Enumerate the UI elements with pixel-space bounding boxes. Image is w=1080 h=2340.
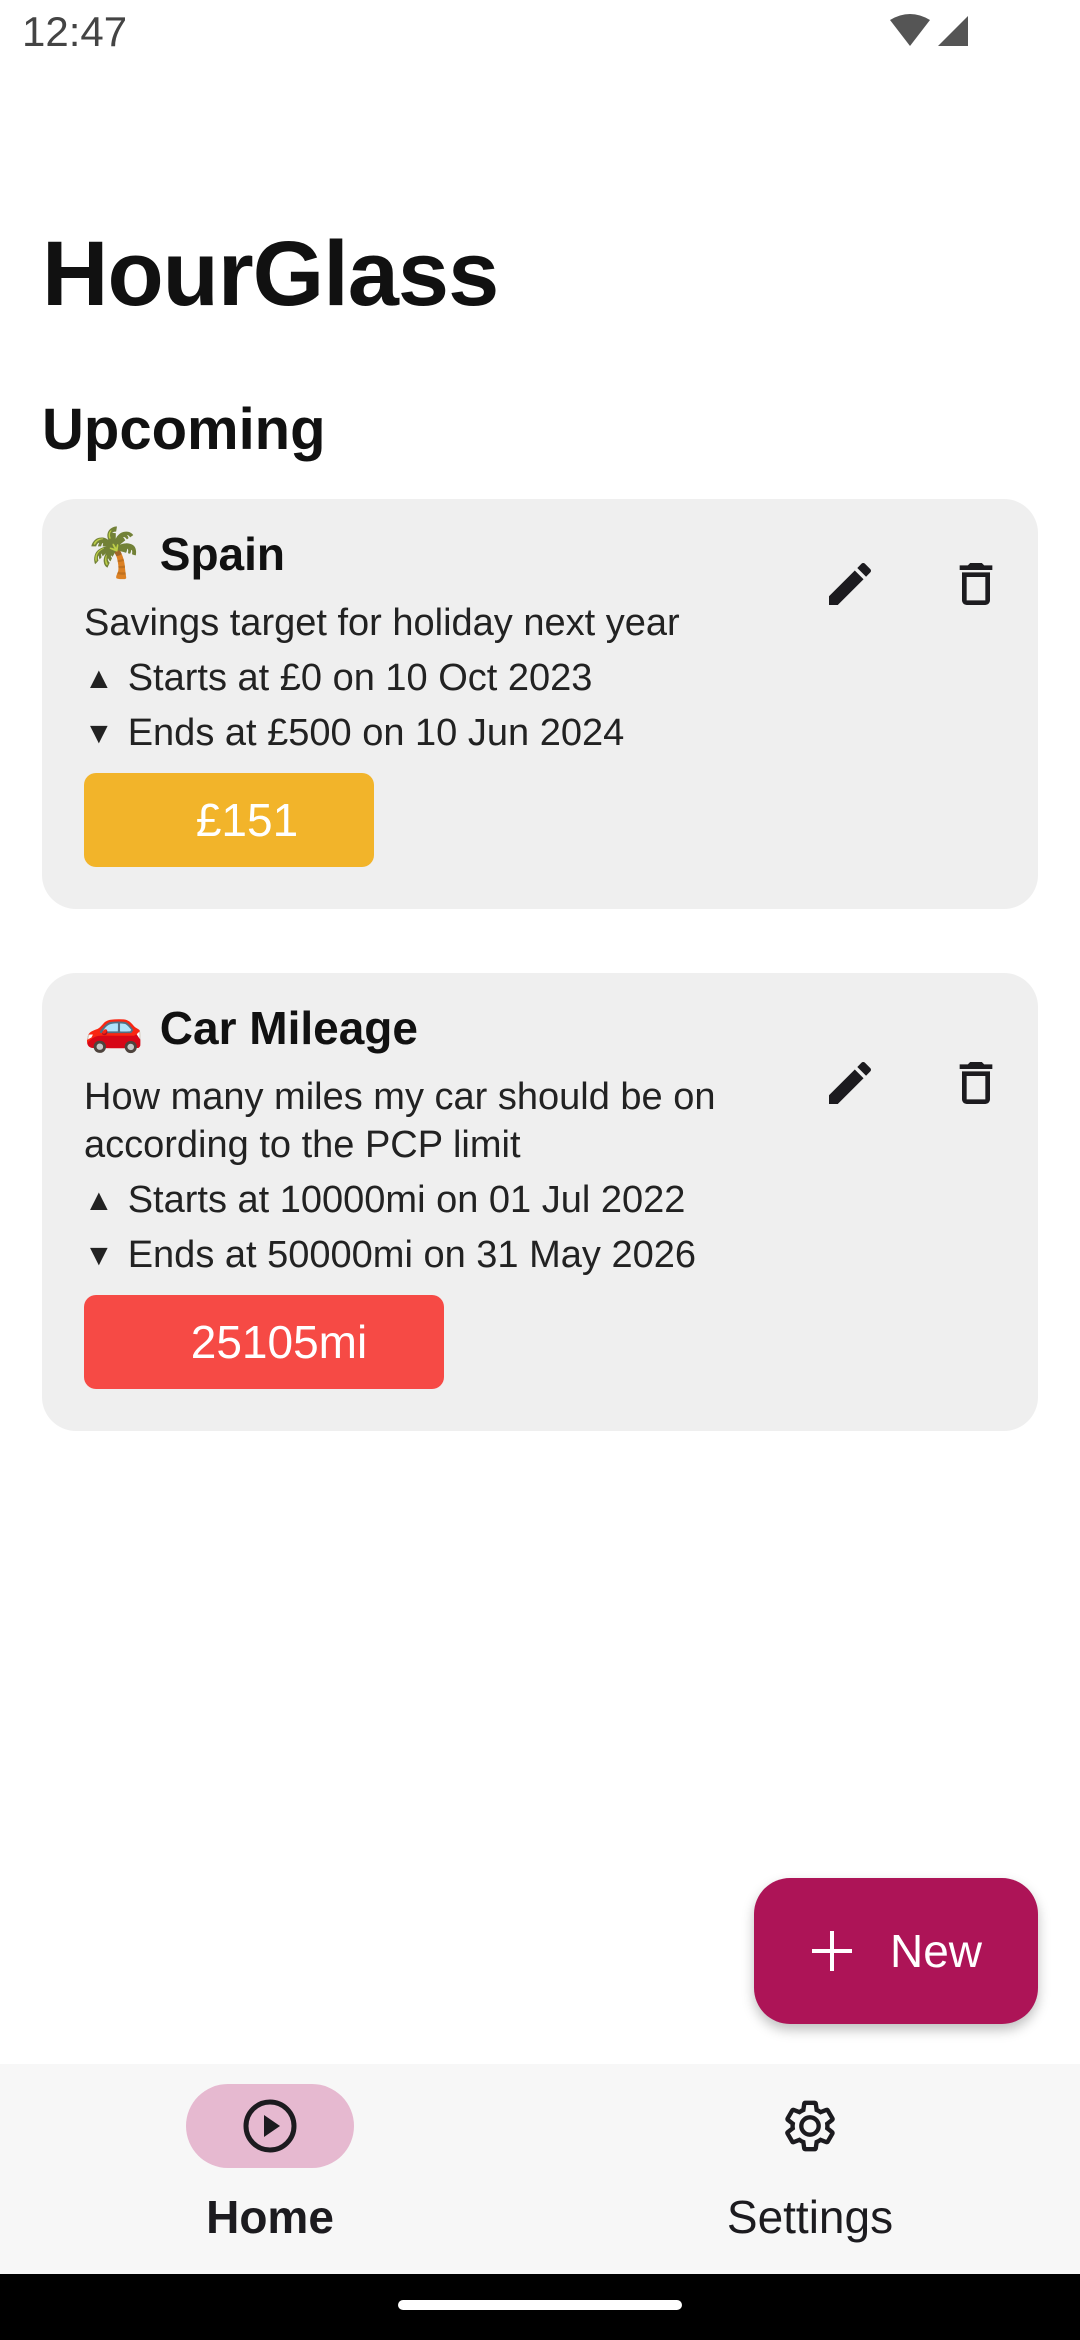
countdown-card[interactable]: 🚗 Car Mileage How many miles my car shou… [42, 973, 1038, 1431]
current-value-badge: 25105mi [84, 1295, 444, 1389]
home-gesture-handle[interactable] [398, 2300, 682, 2310]
trash-icon [959, 563, 993, 605]
status-bar: 12:47 [0, 0, 1080, 66]
current-value-badge: £151 [84, 773, 374, 867]
card-title: 🌴 Spain [84, 527, 285, 581]
edit-button[interactable] [810, 544, 890, 624]
card-start-text: Starts at 10000mi on 01 Jul 2022 [127, 1179, 686, 1221]
card-end-text: Ends at 50000mi on 31 May 2026 [127, 1234, 696, 1276]
new-item-fab[interactable]: New [754, 1878, 1038, 2024]
card-end-text: Ends at £500 on 10 Jun 2024 [127, 712, 625, 754]
plus-icon [810, 1919, 854, 1983]
nav-active-indicator [186, 2084, 354, 2168]
cellular-signal-icon [936, 14, 970, 53]
app-title: HourGlass [42, 223, 499, 325]
card-end-line: ▼ Ends at £500 on 10 Jun 2024 [84, 712, 624, 755]
nav-label-settings: Settings [726, 2191, 894, 2243]
down-triangle-icon: ▼ [84, 1238, 114, 1272]
bottom-navigation: Home Settings [0, 2064, 1080, 2274]
gesture-navigation-bar [0, 2274, 1080, 2340]
nav-item-home[interactable]: Home [0, 2064, 540, 2274]
countdown-card[interactable]: 🌴 Spain Savings target for holiday next … [42, 499, 1038, 909]
card-description: Savings target for holiday next year [84, 602, 680, 644]
current-value: 25105mi [190, 1316, 368, 1368]
nav-item-settings[interactable]: Settings [540, 2064, 1080, 2274]
card-title-text: Spain [159, 528, 286, 580]
new-item-label: New [889, 1925, 983, 1977]
pencil-icon [829, 1061, 872, 1104]
delete-button[interactable] [936, 1043, 1016, 1123]
nav-icon-container [726, 2084, 894, 2168]
delete-button[interactable] [936, 544, 1016, 624]
gear-icon [785, 2100, 835, 2152]
up-triangle-icon: ▲ [84, 661, 114, 695]
palm-tree-icon: 🌴 [84, 527, 144, 580]
status-icons [890, 14, 970, 53]
wifi-icon [890, 14, 930, 53]
trash-icon [959, 1062, 993, 1104]
pencil-icon [829, 562, 872, 605]
status-time: 12:47 [22, 8, 128, 55]
car-icon: 🚗 [84, 1001, 144, 1054]
card-title-text: Car Mileage [159, 1002, 418, 1054]
down-triangle-icon: ▼ [84, 716, 114, 750]
section-title-upcoming: Upcoming [42, 397, 326, 462]
card-end-line: ▼ Ends at 50000mi on 31 May 2026 [84, 1234, 696, 1277]
card-start-text: Starts at £0 on 10 Oct 2023 [127, 657, 593, 699]
card-description: How many miles my car should be on accor… [84, 1076, 716, 1166]
up-triangle-icon: ▲ [84, 1183, 114, 1217]
card-start-line: ▲ Starts at £0 on 10 Oct 2023 [84, 657, 592, 700]
play-circle-icon [243, 2099, 297, 2153]
card-start-line: ▲ Starts at 10000mi on 01 Jul 2022 [84, 1179, 685, 1222]
nav-label-home: Home [206, 2191, 334, 2243]
card-title: 🚗 Car Mileage [84, 1001, 418, 1055]
edit-button[interactable] [810, 1043, 890, 1123]
current-value: £151 [195, 794, 299, 846]
